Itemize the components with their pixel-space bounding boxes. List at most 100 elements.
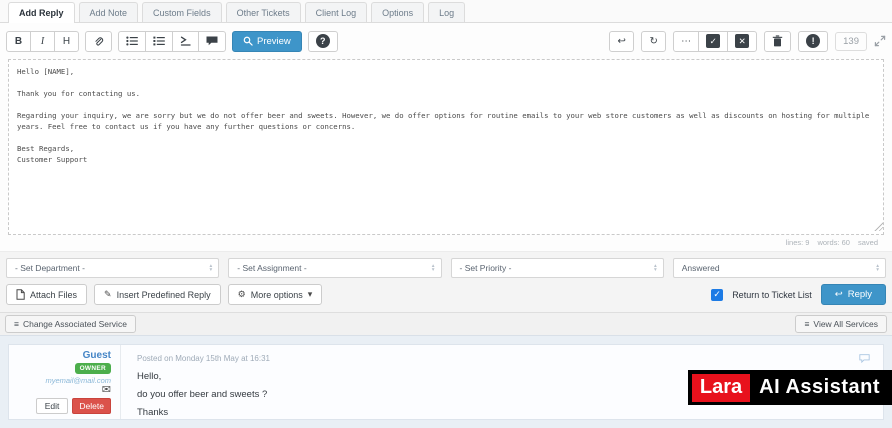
refresh-button[interactable]: ↻ xyxy=(641,30,667,52)
status-value: Answered xyxy=(681,263,720,273)
message-actions: Edit Delete xyxy=(35,398,111,414)
italic-button[interactable]: I xyxy=(30,30,55,52)
tab-other-tickets[interactable]: Other Tickets xyxy=(225,2,301,22)
tab-bar: Add Reply Add Note Custom Fields Other T… xyxy=(0,0,892,23)
return-to-ticket-list-checkbox[interactable]: ✓ xyxy=(711,288,724,301)
reply-label: Reply xyxy=(847,289,872,300)
assignment-select[interactable]: - Set Assignment - ▴ ▾ xyxy=(228,258,442,278)
heading-button[interactable]: H xyxy=(54,30,79,52)
action-row: Attach Files ✎ Insert Predefined Reply ⚙… xyxy=(6,284,886,305)
pencil-icon: ✎ xyxy=(104,289,112,299)
owner-badge: OWNER xyxy=(74,363,111,374)
more-options-label: More options xyxy=(250,289,303,300)
lines-count: lines: 9 xyxy=(785,238,810,247)
view-all-services-label: View All Services xyxy=(813,319,878,329)
tab-client-log[interactable]: Client Log xyxy=(304,2,368,22)
trash-button[interactable] xyxy=(764,30,792,52)
tab-add-reply[interactable]: Add Reply xyxy=(8,2,75,23)
bullet-list-icon xyxy=(126,36,138,46)
services-bar: ≡ Change Associated Service ≡ View All S… xyxy=(0,312,892,336)
comment-icon xyxy=(206,36,218,46)
check-square-icon: ✓ xyxy=(706,34,721,48)
select-row: - Set Department - ▴ ▾ - Set Assignment -… xyxy=(6,258,886,278)
paperclip-icon xyxy=(93,36,104,47)
help-button[interactable]: ? xyxy=(307,30,338,52)
insert-predefined-reply-label: Insert Predefined Reply xyxy=(116,289,211,300)
attach-files-label: Attach Files xyxy=(30,289,78,300)
quote-bubble-icon[interactable] xyxy=(859,354,870,363)
tab-add-note[interactable]: Add Note xyxy=(78,2,139,22)
undo-button[interactable]: ↩ xyxy=(609,30,635,52)
author-link[interactable]: Guest xyxy=(83,350,111,361)
ordered-list-icon xyxy=(153,36,165,46)
fullscreen-button[interactable] xyxy=(874,35,886,47)
tab-log[interactable]: Log xyxy=(428,2,466,22)
change-associated-service-button[interactable]: ≡ Change Associated Service xyxy=(5,315,136,333)
editor-toolbar: B I H Preview ? ↩ ↻ ⋯ ✓ ✕ ! 139 xyxy=(6,27,886,55)
insert-predefined-reply-button[interactable]: ✎ Insert Predefined Reply xyxy=(94,284,221,305)
caret-down-icon: ▾ xyxy=(307,289,313,299)
char-count: 139 xyxy=(835,31,867,51)
more-actions-button[interactable]: ⋯ xyxy=(673,30,700,52)
spinner-icon: ▴ ▾ xyxy=(653,263,657,273)
info-button[interactable]: ! xyxy=(798,30,829,52)
lara-ai-assistant-logo: Lara AI Assistant xyxy=(687,370,892,405)
reply-button[interactable]: ↩ Reply xyxy=(820,284,886,305)
attach-files-button[interactable]: Attach Files xyxy=(6,284,88,305)
department-value: - Set Department - xyxy=(15,263,85,273)
comment-button[interactable] xyxy=(198,30,226,52)
assignment-value: - Set Assignment - xyxy=(237,263,307,273)
editor-section: B I H Preview ? ↩ ↻ ⋯ ✓ ✕ ! 139 Hello [N… xyxy=(0,23,892,251)
spinner-icon: ▴ ▾ xyxy=(876,263,879,273)
logo-brand: Lara xyxy=(691,373,751,402)
reply-arrow-icon: ↩ xyxy=(834,289,843,300)
edit-button[interactable]: Edit xyxy=(35,398,69,414)
envelope-icon: ✉ xyxy=(101,384,111,396)
submit-area: ✓ Return to Ticket List ↩ Reply xyxy=(711,284,886,305)
bullet-list-button[interactable] xyxy=(118,30,146,52)
select-all-button[interactable]: ✓ xyxy=(698,30,729,52)
ellipsis-icon: ⋯ xyxy=(681,35,692,47)
message-timestamp: Posted on Monday 15th May at 16:31 xyxy=(137,354,270,363)
spinner-icon: ▴ ▾ xyxy=(431,263,435,273)
saved-status: saved xyxy=(857,238,878,247)
delete-button[interactable]: Delete xyxy=(72,398,111,414)
indent-button[interactable] xyxy=(172,30,199,52)
logo-product: AI Assistant xyxy=(759,376,880,398)
message-author-panel: Guest OWNER myemail@mail.com ✉ Edit Dele… xyxy=(9,345,121,419)
tab-options[interactable]: Options xyxy=(371,2,425,22)
priority-select[interactable]: - Set Priority - ▴ ▾ xyxy=(450,258,664,278)
info-icon: ! xyxy=(806,34,821,48)
department-select[interactable]: - Set Department - ▴ ▾ xyxy=(6,258,220,278)
return-to-ticket-list-label[interactable]: Return to Ticket List xyxy=(732,290,812,300)
priority-value: - Set Priority - xyxy=(459,263,512,273)
search-icon xyxy=(243,36,253,46)
preview-label: Preview xyxy=(257,35,291,47)
preview-button[interactable]: Preview xyxy=(232,30,302,52)
hamburger-icon: ≡ xyxy=(804,319,810,329)
document-icon xyxy=(16,289,25,300)
refresh-icon: ↻ xyxy=(649,35,658,47)
ticket-reply-page: Add Reply Add Note Custom Fields Other T… xyxy=(0,0,892,428)
indent-icon xyxy=(180,36,191,46)
toolbar-right: ↩ ↻ ⋯ ✓ ✕ ! 139 xyxy=(609,30,886,52)
list-icon: ≡ xyxy=(14,319,19,329)
question-icon: ? xyxy=(315,34,330,48)
change-associated-service-label: Change Associated Service xyxy=(22,319,127,329)
words-count: words: 60 xyxy=(817,238,850,247)
editor-status: lines: 9 words: 60 saved xyxy=(6,235,886,251)
status-select[interactable]: Answered ▴ ▾ xyxy=(672,258,886,278)
reply-editor[interactable]: Hello [NAME], Thank you for contacting u… xyxy=(8,59,884,235)
more-options-button[interactable]: ⚙ More options ▾ xyxy=(227,284,323,305)
x-square-icon: ✕ xyxy=(735,34,750,48)
spinner-icon: ▴ ▾ xyxy=(209,263,213,273)
trash-icon xyxy=(772,35,783,47)
tab-custom-fields[interactable]: Custom Fields xyxy=(142,2,222,22)
undo-icon: ↩ xyxy=(617,35,626,47)
view-all-services-button[interactable]: ≡ View All Services xyxy=(795,315,887,333)
link-button[interactable] xyxy=(85,30,112,52)
bold-button[interactable]: B xyxy=(6,30,31,52)
ticket-controls: - Set Department - ▴ ▾ - Set Assignment -… xyxy=(0,251,892,312)
ordered-list-button[interactable] xyxy=(145,30,173,52)
deselect-button[interactable]: ✕ xyxy=(727,30,758,52)
